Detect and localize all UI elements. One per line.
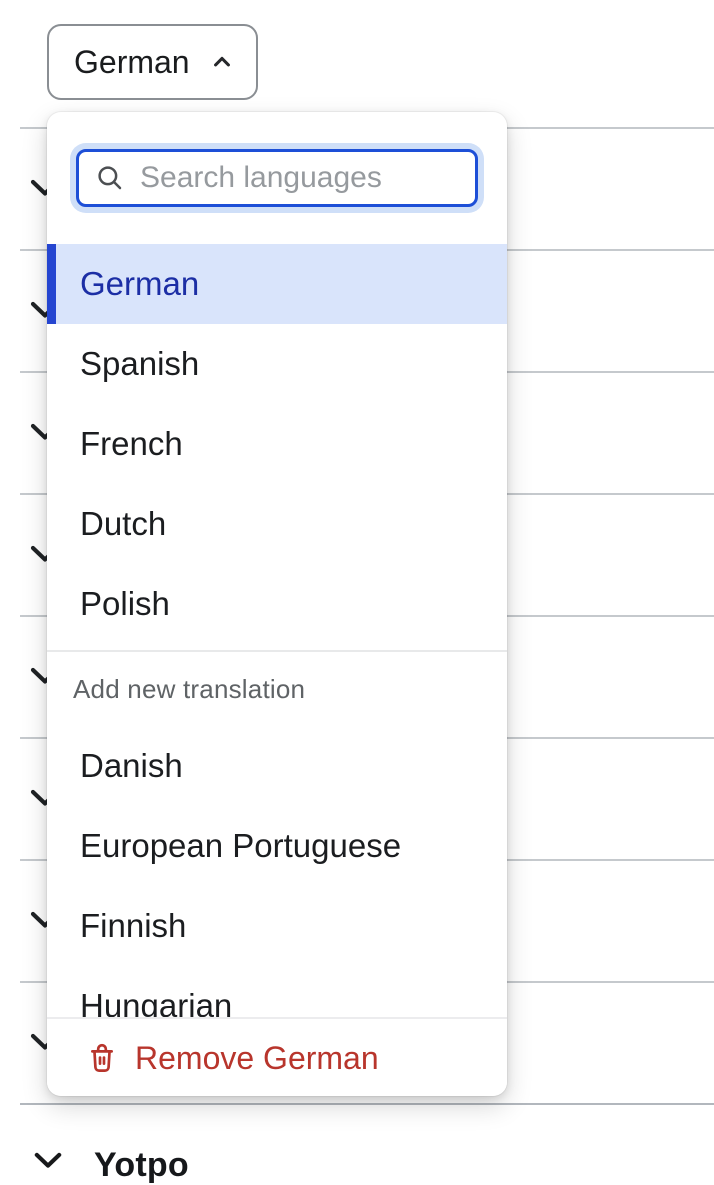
language-list: German Spanish French Dutch Polish Add n… — [47, 240, 507, 1017]
selected-indicator — [47, 244, 56, 324]
remove-language-button[interactable]: Remove German — [47, 1017, 507, 1096]
language-option-french[interactable]: French — [47, 404, 507, 484]
chevron-down-icon[interactable] — [34, 1152, 62, 1169]
search-area — [47, 112, 507, 240]
language-option-spanish[interactable]: Spanish — [47, 324, 507, 404]
language-option-european-portuguese[interactable]: European Portuguese — [47, 806, 507, 886]
language-popover: German Spanish French Dutch Polish Add n… — [47, 112, 507, 1096]
search-box[interactable] — [76, 149, 478, 207]
language-option-german[interactable]: German — [47, 244, 507, 324]
language-selector-label: German — [74, 44, 190, 81]
row-divider — [20, 1103, 714, 1105]
trash-icon — [85, 1041, 119, 1077]
language-option-danish[interactable]: Danish — [47, 726, 507, 806]
language-option-finnish[interactable]: Finnish — [47, 886, 507, 966]
language-option-polish[interactable]: Polish — [47, 564, 507, 644]
language-option-hungarian[interactable]: Hungarian — [47, 966, 507, 1017]
search-icon — [95, 163, 125, 193]
chevron-up-icon — [208, 48, 236, 76]
search-languages-input[interactable] — [138, 160, 459, 196]
language-selector-button[interactable]: German — [47, 24, 258, 100]
remove-language-label: Remove German — [135, 1040, 379, 1077]
language-option-dutch[interactable]: Dutch — [47, 484, 507, 564]
section-title-yotpo: Yotpo — [94, 1146, 189, 1185]
add-new-translation-header: Add new translation — [47, 652, 507, 726]
